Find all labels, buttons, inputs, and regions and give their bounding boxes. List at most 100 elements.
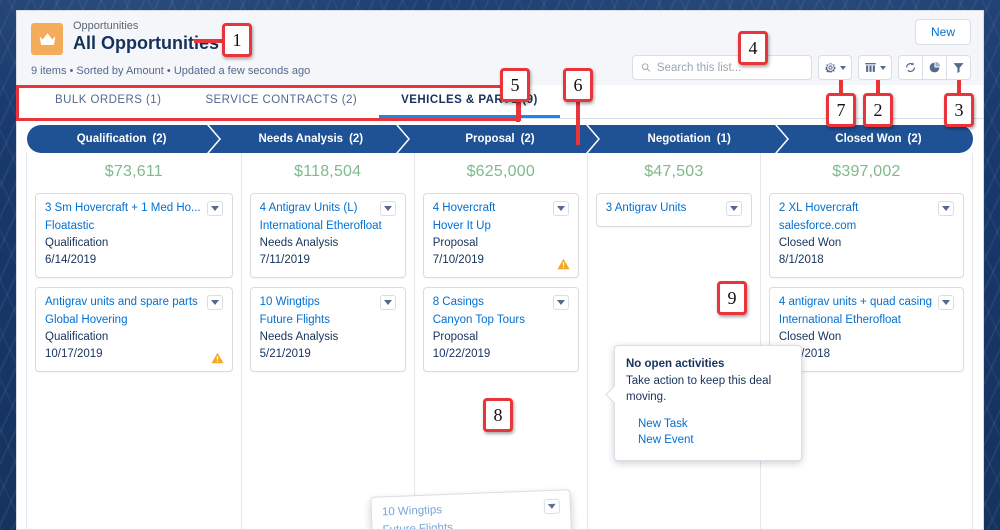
annotation-marker-5: 5 — [500, 68, 530, 102]
stage-header-negotiation[interactable]: Negotiation (1) — [594, 125, 789, 153]
card-title[interactable]: 2 XL Hovercraft — [779, 201, 932, 216]
card-title[interactable]: 10 Wingtips — [260, 295, 374, 310]
card-menu-button[interactable] — [938, 295, 954, 310]
annotation-rect-5 — [16, 85, 521, 121]
stage-chevron-icon — [207, 125, 222, 153]
card-title[interactable]: 4 antigrav units + quad casing — [779, 295, 932, 310]
chevron-down-icon — [942, 300, 950, 305]
kanban-column-negotiation: $47,503 3 Antigrav Units — [586, 153, 761, 529]
card-title[interactable]: 3 Antigrav Units — [606, 201, 720, 216]
stage-label: Qualification — [76, 133, 147, 145]
refresh-button[interactable] — [898, 55, 923, 80]
card-date: 8/1/2018 — [778, 254, 824, 266]
card-menu-button[interactable] — [552, 201, 569, 216]
chevron-down-icon — [729, 206, 738, 211]
column-amount: $625,000 — [466, 163, 535, 180]
page-title: All Opportunities — [73, 33, 219, 53]
kanban-card[interactable]: Antigrav units and spare parts Global Ho… — [35, 287, 233, 372]
refresh-icon — [905, 62, 916, 73]
charts-button[interactable] — [922, 55, 947, 80]
card-account[interactable]: International Etherofloat — [260, 218, 396, 235]
kanban-column-proposal: $625,000 4 Hovercraft Hover It Up Propos… — [413, 153, 588, 529]
card-menu-button[interactable] — [379, 295, 396, 310]
annotation-marker-3: 3 — [944, 93, 974, 127]
card-menu-button[interactable] — [543, 498, 561, 515]
card-menu-button[interactable] — [206, 201, 223, 216]
popover-title: No open activities — [626, 358, 725, 370]
card-menu-button[interactable] — [938, 201, 954, 216]
card-account[interactable]: Floatastic — [45, 218, 223, 235]
card-menu-button[interactable] — [379, 201, 396, 216]
card-title[interactable]: 4 Antigrav Units (L) — [260, 201, 374, 216]
display-as-button[interactable] — [858, 55, 892, 80]
kanban-card[interactable]: 3 Sm Hovercraft + 1 Med Ho... Floatastic… — [35, 193, 233, 278]
stage-count: (2) — [152, 133, 167, 145]
stage-count: (1) — [716, 133, 731, 145]
kanban-icon — [865, 63, 876, 72]
card-stage: Qualification — [45, 331, 109, 343]
column-amount: $397,002 — [832, 163, 901, 180]
dragged-kanban-card[interactable]: 10 Wingtips Future Flights Needs Analysi… — [370, 489, 574, 529]
header-actions: New — [632, 19, 971, 80]
annotation-marker-6: 6 — [563, 68, 593, 102]
filter-button[interactable] — [946, 55, 971, 80]
new-task-link[interactable]: New Task — [638, 416, 790, 432]
card-menu-button[interactable] — [552, 295, 569, 310]
chevron-down-icon — [547, 503, 556, 510]
alert-warning-icon[interactable] — [211, 352, 224, 364]
kanban-column-closed-won: $397,002 2 XL Hovercraft salesforce.com … — [759, 153, 973, 529]
card-account[interactable]: Future Flights — [260, 312, 396, 329]
annotation-marker-4: 4 — [738, 31, 768, 65]
card-account[interactable]: Global Hovering — [45, 312, 223, 329]
kanban-card[interactable]: 4 Hovercraft Hover It Up Proposal 7/10/2… — [422, 193, 579, 278]
stage-header-closed-won[interactable]: Closed Won (2) — [783, 125, 974, 153]
card-stage: Qualification — [45, 237, 109, 249]
card-stage: Proposal — [432, 237, 479, 249]
card-title[interactable]: Antigrav units and spare parts — [45, 295, 201, 310]
card-date: 10/17/2019 — [45, 348, 103, 360]
kanban-card[interactable]: 3 Antigrav Units — [595, 193, 752, 227]
card-stage: Needs Analysis — [259, 331, 339, 343]
stage-header-qualification[interactable]: Qualification (2) — [27, 125, 222, 153]
column-amount: $73,611 — [104, 163, 163, 180]
stage-label: Negotiation — [647, 133, 711, 145]
card-stage: Needs Analysis — [259, 237, 339, 249]
card-account[interactable]: International Etherofloat — [779, 312, 954, 329]
toolbar-icon-group — [898, 55, 971, 80]
chevron-down-icon — [840, 65, 846, 70]
list-view-controls-button[interactable] — [818, 55, 852, 80]
kanban-card[interactable]: 2 XL Hovercraft salesforce.com Closed Wo… — [768, 193, 964, 278]
card-title[interactable]: 4 Hovercraft — [433, 201, 547, 216]
chevron-down-icon — [556, 206, 565, 211]
alert-warning-icon[interactable] — [557, 258, 570, 270]
card-menu-button[interactable] — [725, 201, 742, 216]
search-box[interactable] — [632, 55, 812, 80]
crown-icon — [31, 23, 63, 55]
card-date: 6/14/2019 — [45, 254, 97, 266]
kanban-card[interactable]: 10 Wingtips Future Flights Needs Analysi… — [249, 287, 406, 372]
new-button[interactable]: New — [914, 19, 971, 45]
stage-header-needs-analysis[interactable]: Needs Analysis (2) — [216, 125, 411, 153]
card-menu-button[interactable] — [206, 295, 223, 310]
card-title[interactable]: 3 Sm Hovercraft + 1 Med Ho... — [45, 201, 201, 216]
kanban-card[interactable]: 4 Antigrav Units (L) International Ether… — [249, 193, 406, 278]
card-title[interactable]: 8 Casings — [433, 295, 547, 310]
kanban-card[interactable]: 8 Casings Canyon Top Tours Proposal 10/2… — [422, 287, 579, 372]
stage-chevron-icon — [396, 125, 411, 153]
kanban-column-needs-analysis: $118,504 4 Antigrav Units (L) Internatio… — [240, 153, 415, 529]
card-date: 5/21/2019 — [259, 348, 311, 360]
card-account[interactable]: Hover It Up — [433, 218, 569, 235]
column-amount: $118,504 — [294, 163, 362, 180]
stage-count: (2) — [520, 133, 535, 145]
card-date: 7/11/2019 — [259, 254, 310, 266]
search-input[interactable] — [656, 61, 803, 74]
stage-header-proposal[interactable]: Proposal (2) — [405, 125, 600, 153]
new-event-link[interactable]: New Event — [638, 432, 790, 448]
stage-count: (2) — [349, 133, 364, 145]
card-account[interactable]: Canyon Top Tours — [433, 312, 569, 329]
filter-icon — [953, 63, 964, 74]
card-account[interactable]: salesforce.com — [779, 218, 954, 235]
annotation-marker-1: 1 — [222, 23, 252, 57]
card-stage: Closed Won — [778, 237, 842, 249]
stage-chevron-icon — [585, 125, 600, 153]
